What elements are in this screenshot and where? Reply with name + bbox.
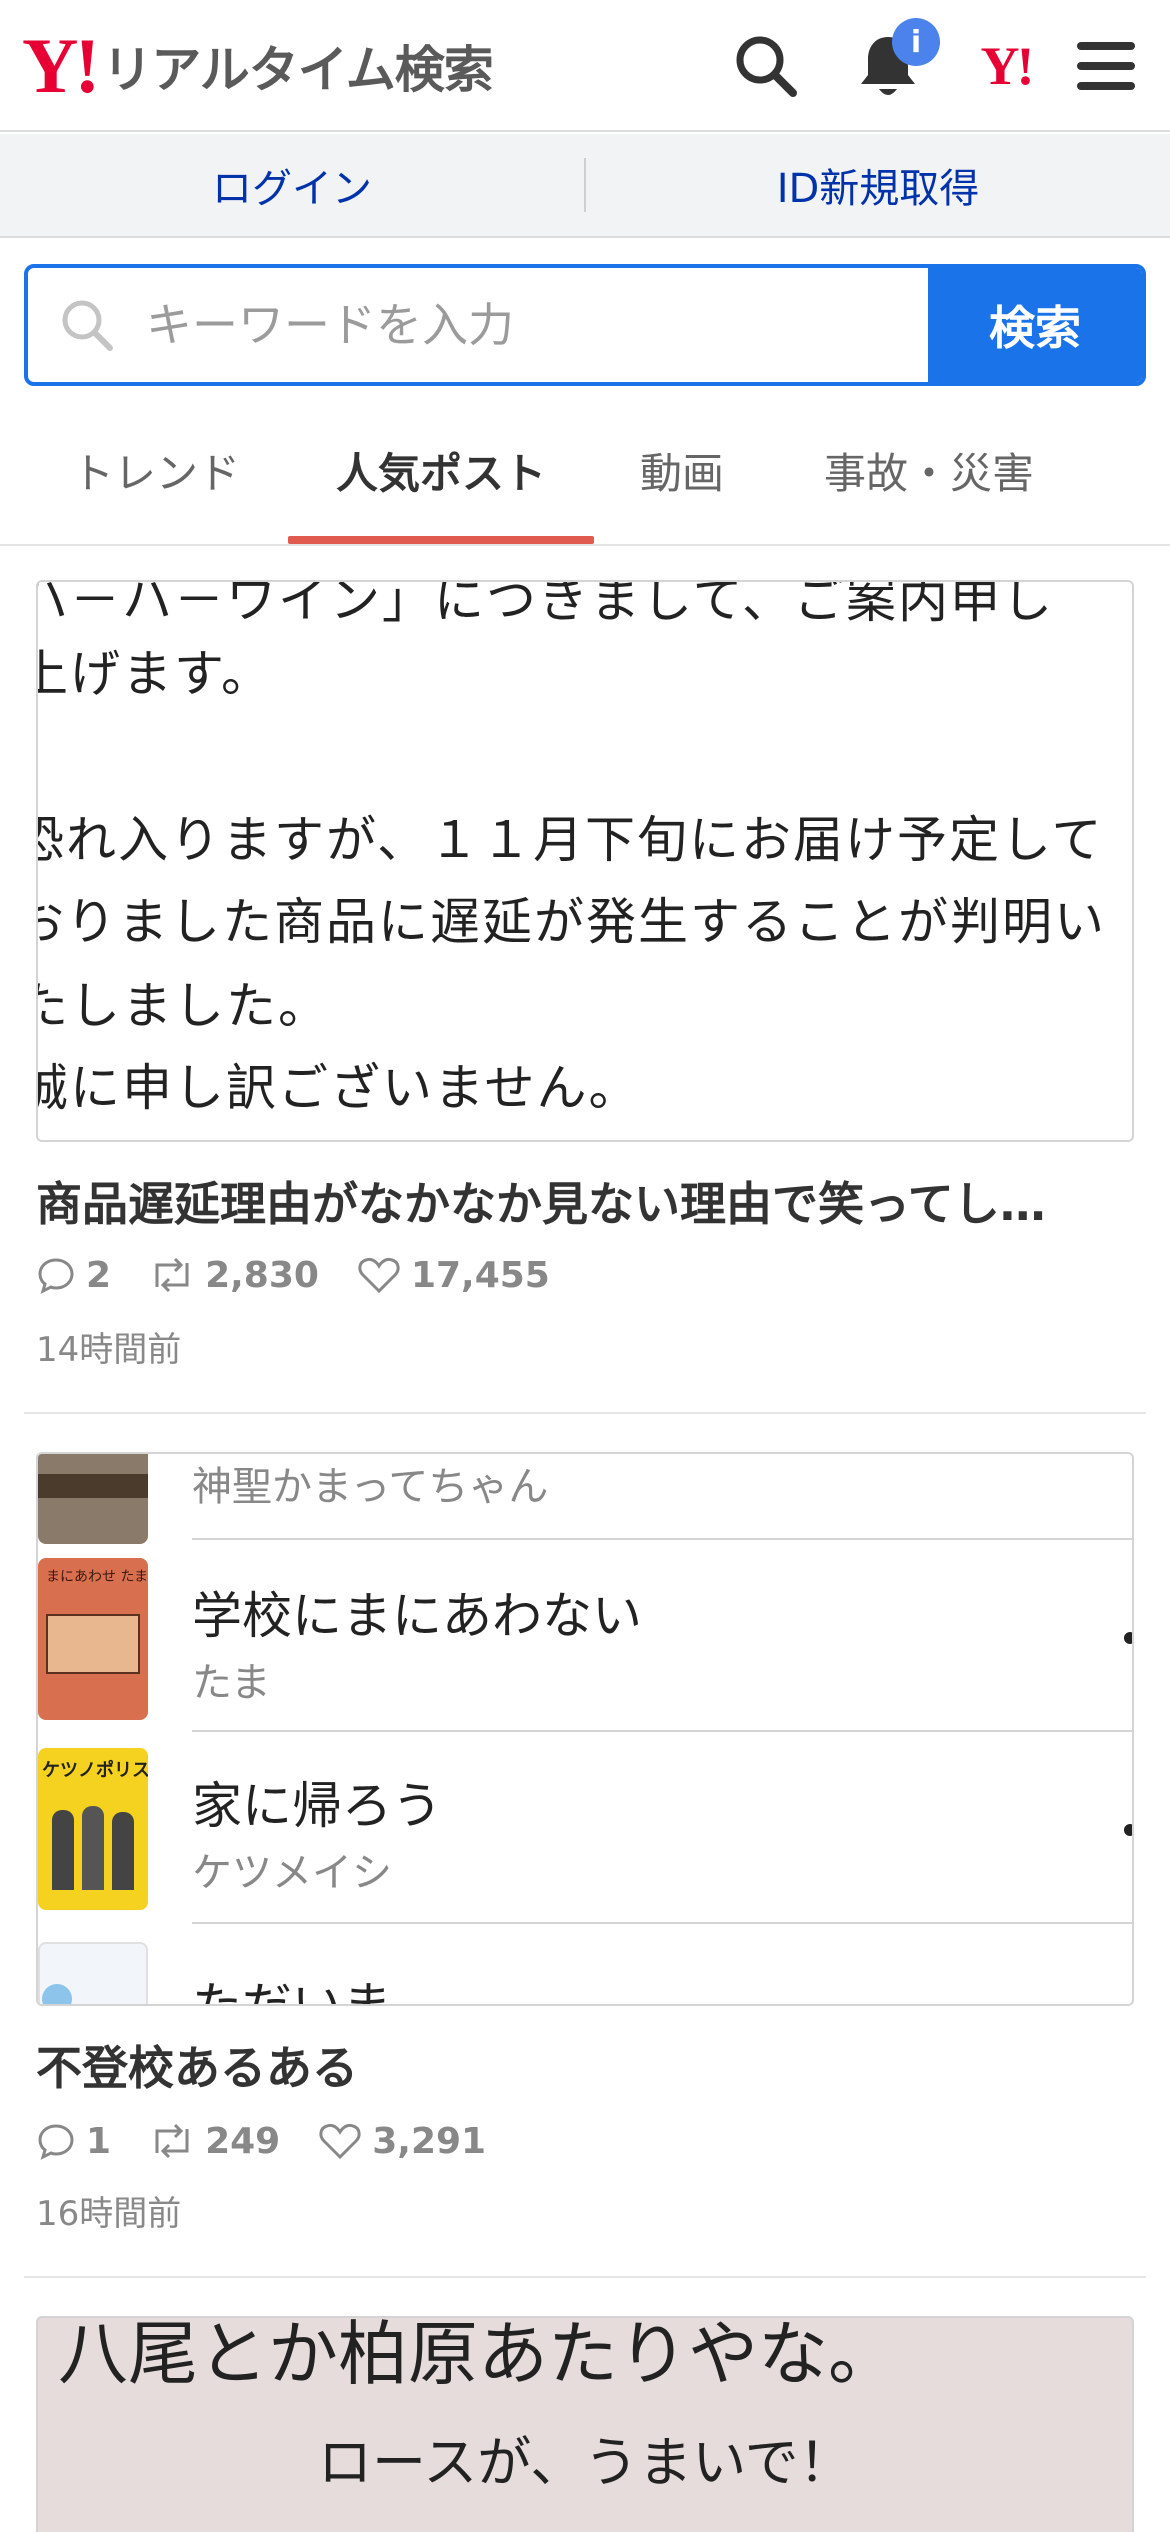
login-link[interactable]: ログイン [0,156,584,214]
post-stats: 1 249 3,291 [36,2116,524,2166]
repost-icon [155,2123,189,2159]
playlist-row: 神聖かまってちゃん [38,1454,1132,1544]
track-title: 学校にまにあわない [192,1587,642,1645]
image-text-line: 恐れ入りますが、１１月下旬にお届け予定して [36,811,1104,869]
yahoo-japan-icon[interactable]: Y! [966,26,1046,106]
repost-count-value: 249 [205,2120,281,2162]
post-title[interactable]: 商品遅延理由がなかなか見ない理由で笑ってし… [36,1168,1136,1234]
notification-badge: i [892,18,940,66]
image-text-line: ハ－ハ－ワイン」につきまして、ご案内申し [36,580,1054,629]
like-count-value: 17,455 [410,1254,550,1296]
repost-icon [155,1257,189,1293]
track-title: 家に帰ろう [192,1777,442,1835]
yahoo-realtime-logo[interactable]: Y! リアルタイム検索 [22,22,494,109]
tab-video[interactable]: 動画 [640,440,724,501]
logo-mark: Y! [22,22,100,109]
post-time: 16時間前 [36,2194,182,2234]
track-artist: ケツメイシ [192,1850,392,1896]
like-count[interactable]: 17,455 [357,1255,550,1296]
album-thumbnail [38,1454,148,1544]
search-icon[interactable] [726,26,806,106]
album-thumbnail: ケツノポリス3 [38,1748,148,1910]
image-text-line: たしました。 [36,977,330,1035]
image-text-line: ロースが、うまいで！ [318,2431,853,2494]
image-text-line: 八尾とか柏原あたりやな。 [58,2316,898,2395]
post-image[interactable]: 八尾とか柏原あたりやな。 ロースが、うまいで！ [36,2316,1134,2532]
tab-accident-disaster[interactable]: 事故・災害 [824,440,1034,501]
repost-count[interactable]: 2,830 [149,1255,319,1296]
notification-bell-icon[interactable]: i [848,18,940,106]
reply-count[interactable]: 2 [36,1255,111,1296]
post-stats: 2 2,830 17,455 [36,1250,588,1300]
like-count-value: 3,291 [372,2120,487,2162]
tab-trend[interactable]: トレンド [72,440,240,501]
hamburger-menu-icon[interactable] [1066,26,1146,106]
category-tabs: トレンド 人気ポスト 動画 事故・災害 [0,400,1170,546]
album-cover-text: まにあわせ たま [46,1569,148,1585]
active-tab-indicator [288,536,594,544]
album-thumbnail [38,1942,148,2004]
post-divider [24,1412,1146,1414]
more-options-icon[interactable] [1124,1824,1132,1836]
logo-text: リアルタイム検索 [102,41,493,99]
post-time: 14時間前 [36,1330,182,1370]
search-box: 検索 [24,264,1146,386]
track-title: 神聖かまってちゃん [192,1464,549,1510]
search-input[interactable] [146,268,928,382]
reply-count[interactable]: 1 [36,2121,111,2162]
repost-count[interactable]: 249 [149,2121,280,2162]
repost-count-value: 2,830 [205,1254,319,1296]
reply-count-value: 2 [86,1254,112,1296]
reply-icon [38,2124,74,2160]
image-text-line: 上げます。 [36,645,273,703]
signup-link[interactable]: ID新規取得 [586,156,1170,214]
reply-count-value: 1 [86,2120,112,2162]
more-options-icon[interactable] [1124,1632,1132,1644]
app-header: Y! リアルタイム検索 i Y! [0,0,1170,132]
post-title[interactable]: 不登校あるある [36,2032,1136,2098]
post-image[interactable]: 神聖かまってちゃん まにあわせ たま 学校にまにあわない たま ケツノポリス3 … [36,1452,1134,2006]
heart-icon [358,1257,400,1294]
playlist-row: まにあわせ たま 学校にまにあわない たま [38,1540,1132,1732]
post-image[interactable]: ハ－ハ－ワイン」につきまして、ご案内申し 上げます。 恐れ入りますが、１１月下旬… [36,580,1134,1142]
reply-icon [38,1258,74,1294]
track-title: ただいま [192,1977,392,2006]
album-cover-text: ケツノポリス3 [42,1760,148,1781]
album-thumbnail: まにあわせ たま [38,1558,148,1720]
post-divider [24,2276,1146,2278]
track-artist: たま [192,1660,271,1706]
playlist-row: ケツノポリス3 家に帰ろう ケツメイシ [38,1732,1132,1924]
login-bar: ログイン ID新規取得 [0,134,1170,238]
like-count[interactable]: 3,291 [318,2121,486,2162]
search-button[interactable]: 検索 [928,268,1142,382]
image-text-line: おりました商品に遅延が発生することが判明い [36,893,1106,951]
yahoo-mark: Y! [980,36,1035,96]
tab-popular-posts[interactable]: 人気ポスト [336,440,546,501]
heart-icon [319,2123,361,2160]
playlist-row: ただいま [38,1924,1132,2006]
image-text-line: 誠に申し訳ございません。 [36,1059,641,1117]
search-field-icon [28,268,146,382]
